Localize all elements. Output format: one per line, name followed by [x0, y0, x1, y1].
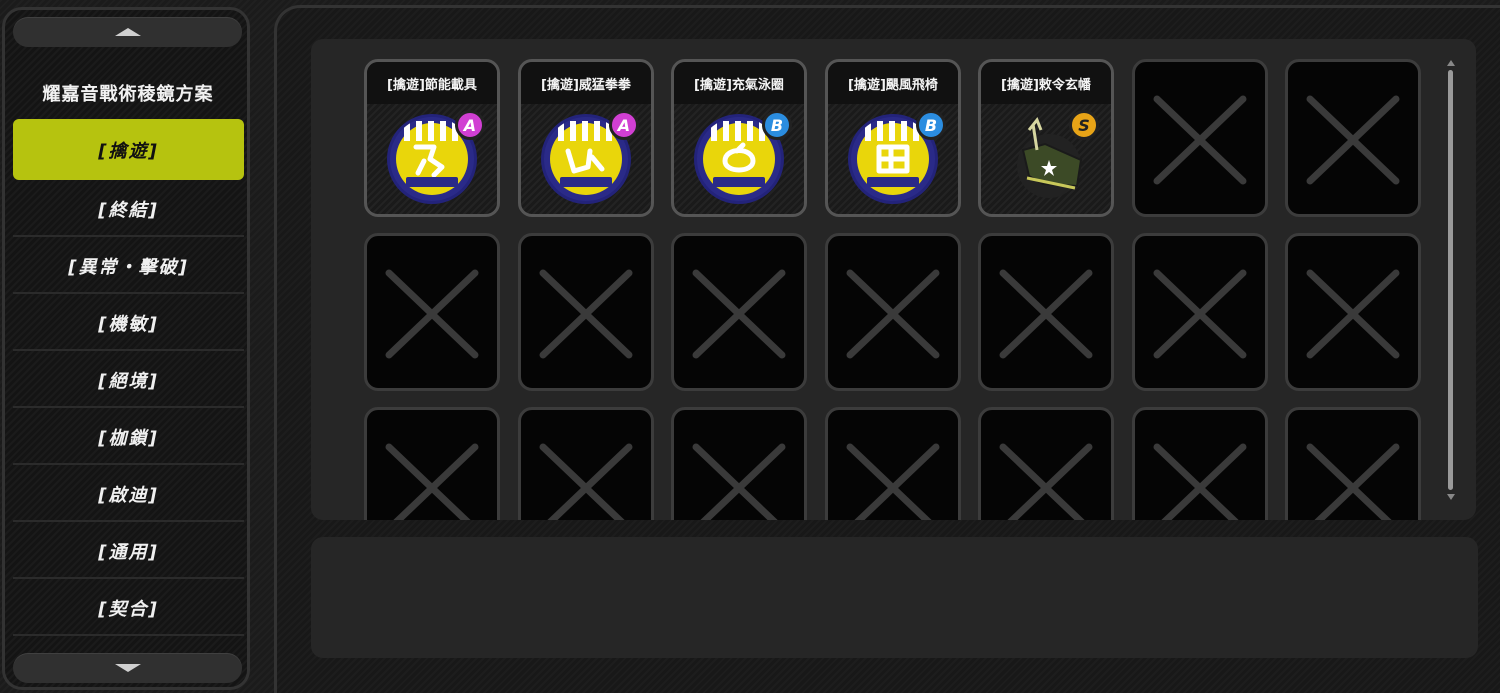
- prism-card-name: [擒遊]敕令玄幡: [981, 62, 1111, 104]
- empty-slot-x-icon: [846, 443, 940, 520]
- empty-slot[interactable]: [825, 233, 961, 391]
- empty-slot-x-icon: [1153, 95, 1247, 185]
- arrow-up-icon: [114, 28, 141, 36]
- rank-badge: S: [1069, 110, 1099, 140]
- category-item-zhongjie[interactable]: [終結]: [13, 182, 244, 237]
- scrollbar-thumb[interactable]: [1448, 70, 1453, 490]
- prism-card[interactable]: [擒遊]敕令玄幡 S: [978, 59, 1114, 217]
- empty-slot[interactable]: [671, 233, 807, 391]
- empty-slot-x-icon: [846, 269, 940, 359]
- empty-slot-x-icon: [385, 269, 479, 359]
- empty-slot-x-icon: [1153, 443, 1247, 520]
- empty-slot[interactable]: [1132, 233, 1268, 391]
- empty-slot[interactable]: [1285, 59, 1421, 217]
- empty-slot[interactable]: [364, 407, 500, 520]
- scroll-up-button[interactable]: [13, 17, 242, 47]
- prism-card-name: [擒遊]颶風飛椅: [828, 62, 958, 104]
- rank-badge: A: [609, 110, 639, 140]
- empty-slot-x-icon: [1306, 269, 1400, 359]
- empty-slot-x-icon: [385, 443, 479, 520]
- empty-slot[interactable]: [978, 233, 1114, 391]
- empty-slot-x-icon: [692, 443, 786, 520]
- empty-slot[interactable]: [364, 233, 500, 391]
- category-item-juejing[interactable]: [絕境]: [13, 353, 244, 408]
- category-sidebar: 耀嘉音戰術稜鏡方案 [擒遊] [終結] [異常・擊破] [機敏] [絕境] [枷…: [2, 7, 250, 690]
- empty-slot[interactable]: [518, 407, 654, 520]
- sidebar-title: 耀嘉音戰術稜鏡方案: [42, 84, 214, 105]
- empty-slot[interactable]: [671, 407, 807, 520]
- prism-card-name: [擒遊]充氣泳圈: [674, 62, 804, 104]
- prism-card[interactable]: [擒遊]充氣泳圈 B: [671, 59, 807, 217]
- empty-slot-x-icon: [1306, 95, 1400, 185]
- item-grid-panel: [擒遊]節能載具 A [擒遊]威猛拳拳 A [擒遊]充氣泳圈 B [擒遊]颶風飛椅 B [擒遊]…: [311, 39, 1476, 520]
- category-item-qidi[interactable]: [啟迪]: [13, 467, 244, 522]
- category-item-jiasuo[interactable]: [枷鎖]: [13, 410, 244, 465]
- prism-card[interactable]: [擒遊]節能載具 A: [364, 59, 500, 217]
- empty-slot-x-icon: [999, 443, 1093, 520]
- empty-slot-x-icon: [539, 443, 633, 520]
- empty-slot[interactable]: [1132, 407, 1268, 520]
- rank-badge: A: [455, 110, 485, 140]
- empty-slot-x-icon: [999, 269, 1093, 359]
- empty-slot-x-icon: [1306, 443, 1400, 520]
- empty-slot[interactable]: [1285, 407, 1421, 520]
- prism-card-name: [擒遊]節能載具: [367, 62, 497, 104]
- category-item-yichang-jipo[interactable]: [異常・擊破]: [13, 239, 244, 294]
- category-item-jimin[interactable]: [機敏]: [13, 296, 244, 351]
- empty-slot[interactable]: [825, 407, 961, 520]
- prism-card-name: [擒遊]威猛拳拳: [521, 62, 651, 104]
- empty-slot-x-icon: [539, 269, 633, 359]
- empty-slot[interactable]: [1285, 233, 1421, 391]
- arrow-down-icon: [114, 664, 141, 672]
- description-panel: [311, 537, 1478, 658]
- empty-slot-x-icon: [692, 269, 786, 359]
- scroll-down-button[interactable]: [13, 653, 242, 683]
- scrollbar-down-arrow-icon[interactable]: [1447, 494, 1455, 500]
- empty-slot[interactable]: [1132, 59, 1268, 217]
- prism-card[interactable]: [擒遊]威猛拳拳 A: [518, 59, 654, 217]
- prism-card[interactable]: [擒遊]颶風飛椅 B: [825, 59, 961, 217]
- scrollbar-up-arrow-icon[interactable]: [1447, 60, 1455, 66]
- category-list: [擒遊] [終結] [異常・擊破] [機敏] [絕境] [枷鎖] [啟迪] [通…: [13, 119, 244, 638]
- category-item-qinyou[interactable]: [擒遊]: [13, 119, 244, 180]
- rank-badge: B: [762, 110, 792, 140]
- empty-slot[interactable]: [978, 407, 1114, 520]
- empty-slot-x-icon: [1153, 269, 1247, 359]
- category-item-tongyong[interactable]: [通用]: [13, 524, 244, 579]
- empty-slot[interactable]: [518, 233, 654, 391]
- category-item-qihe[interactable]: [契合]: [13, 581, 244, 636]
- rank-badge: B: [916, 110, 946, 140]
- grid-scrollbar[interactable]: [1446, 60, 1456, 500]
